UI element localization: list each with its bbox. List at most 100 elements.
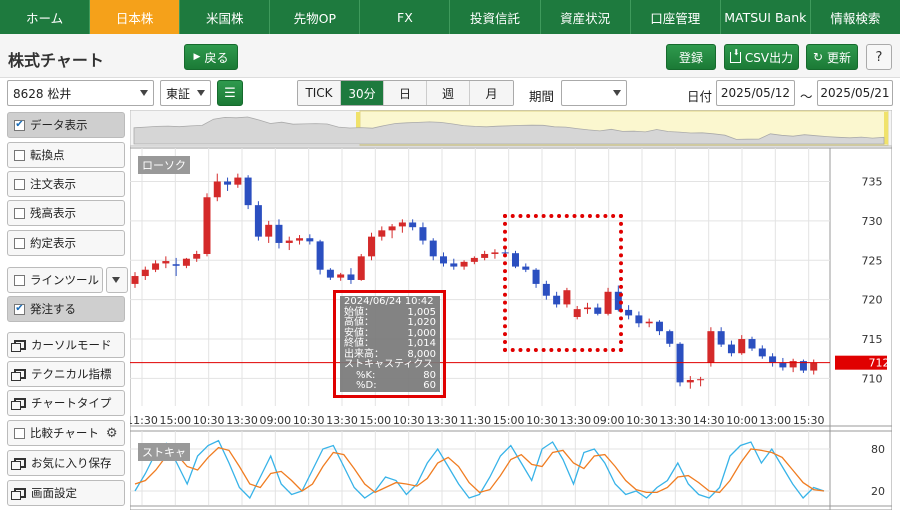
period-select[interactable]	[561, 80, 627, 106]
tooltip-row: 高値： 1,020	[344, 317, 436, 329]
tooltip-section: ストキャスティクス	[344, 359, 434, 370]
chevron-down-icon	[140, 90, 148, 96]
gear-icon[interactable]: ⚙	[106, 426, 118, 441]
nav-item[interactable]: ホーム	[0, 0, 91, 34]
nav-item[interactable]: MATSUI Bank	[721, 0, 811, 34]
candle-body	[635, 315, 643, 324]
sub-y-tick-label: 80	[871, 443, 885, 456]
download-icon: ⬇	[729, 48, 741, 63]
nav-item[interactable]: 投資信託	[450, 0, 541, 34]
highlight-frame	[503, 214, 623, 352]
candle-body	[666, 331, 674, 344]
csv-export-button[interactable]: ⬇ CSV出力	[724, 44, 799, 70]
nav-item[interactable]: 米国株	[180, 0, 271, 34]
x-tick-label: 13:30	[559, 414, 591, 427]
sub-panel-label: ストキャ	[138, 443, 190, 461]
interval-button[interactable]: 30分	[341, 81, 384, 105]
candle-body	[337, 274, 345, 278]
sidebar-button[interactable]: 画面設定	[7, 480, 125, 506]
x-tick-label: 15:00	[159, 414, 191, 427]
sidebar-button-label: テクニカル指標	[31, 367, 112, 381]
tooltip-row: 終値： 1,014	[344, 338, 436, 350]
x-tick-label: 10:30	[193, 414, 225, 427]
candle-body	[265, 224, 273, 237]
sidebar-button[interactable]: ラインツール	[7, 267, 128, 293]
sidebar-button[interactable]: 約定表示	[7, 230, 125, 256]
candle-body	[172, 264, 180, 266]
x-tick-label: 10:30	[626, 414, 658, 427]
sidebar-button-label: 比較チャート	[30, 426, 99, 440]
y-tick-label: 735	[862, 176, 883, 189]
sidebar-button-label: 画面設定	[31, 486, 77, 500]
tooltip-datetime: 2024/06/24 10:42	[344, 296, 434, 307]
window-icon	[11, 340, 26, 352]
date-to-input[interactable]: 2025/05/21	[817, 80, 893, 106]
interval-button[interactable]: 月	[470, 81, 513, 105]
candle-body	[470, 257, 478, 262]
x-tick-label: 10:30	[526, 414, 558, 427]
line-tool-dropdown-button[interactable]	[106, 267, 128, 293]
interval-button[interactable]: 日	[384, 81, 427, 105]
sidebar-button[interactable]: テクニカル指標	[7, 361, 125, 387]
interval-button[interactable]: 週	[427, 81, 470, 105]
market-select[interactable]: 東証	[160, 80, 211, 106]
sidebar-button[interactable]: お気に入り保存	[7, 450, 125, 476]
checkbox-icon[interactable]	[14, 178, 25, 190]
sidebar-button[interactable]: 注文表示	[7, 171, 125, 197]
x-tick-label: 13:00	[759, 414, 791, 427]
sidebar-button[interactable]: カーソルモード	[7, 332, 125, 358]
candle-body	[141, 269, 149, 277]
sidebar-button-label: 約定表示	[30, 236, 76, 250]
interval-button[interactable]: TICK	[298, 81, 341, 105]
date-separator: 〜	[800, 89, 813, 104]
tooltip-row-value: 1,014	[407, 338, 436, 349]
register-button[interactable]: 登録	[666, 44, 716, 70]
sidebar-button[interactable]: 転換点	[7, 142, 125, 168]
sidebar-button-label: チャートタイプ	[31, 396, 112, 410]
play-icon: ▶	[193, 52, 201, 62]
sidebar-button[interactable]: 残高表示	[7, 200, 125, 226]
checkbox-checked-icon[interactable]: ✔	[14, 119, 25, 131]
refresh-button[interactable]: ↻ 更新	[806, 44, 858, 70]
x-tick-label: 10:30	[293, 414, 325, 427]
navigator-handle-right	[884, 112, 888, 144]
list-view-button[interactable]: ☰	[217, 80, 243, 106]
x-tick-label: 13:30	[226, 414, 258, 427]
sidebar-button[interactable]: ✔ データ表示	[7, 112, 125, 138]
candle-body	[254, 205, 262, 237]
help-button[interactable]: ?	[866, 44, 892, 70]
candle-body	[758, 348, 766, 357]
nav-item[interactable]: 日本株	[90, 0, 181, 34]
nav-item[interactable]: 口座管理	[631, 0, 721, 34]
symbol-select[interactable]: 8628 松井	[7, 80, 154, 106]
checkbox-icon[interactable]	[14, 207, 25, 219]
nav-item[interactable]: 資産状況	[541, 0, 631, 34]
checkbox-checked-icon[interactable]: ✔	[14, 303, 25, 315]
candle-body	[748, 339, 756, 349]
nav-item[interactable]: FX	[360, 0, 451, 34]
help-label: ?	[875, 49, 883, 65]
candle-body	[697, 379, 705, 381]
sidebar-button[interactable]: ✔ 発注する	[7, 296, 125, 322]
back-button[interactable]: ▶ 戻る	[184, 44, 238, 70]
candle-body	[409, 222, 417, 228]
candle-body	[285, 240, 293, 243]
y-tick-label: 725	[862, 254, 883, 267]
checkbox-icon[interactable]	[14, 274, 25, 286]
y-tick-label: 710	[862, 372, 883, 385]
sidebar-button[interactable]: 比較チャート ⚙	[7, 420, 125, 446]
checkbox-icon[interactable]	[14, 237, 25, 249]
candle-body	[193, 253, 201, 259]
interval-selector: TICK 30分日週月	[297, 80, 514, 106]
candle-body	[419, 227, 427, 241]
sidebar-button[interactable]: チャートタイプ	[7, 390, 125, 416]
checkbox-icon[interactable]	[14, 427, 25, 439]
date-from-input[interactable]: 2025/05/12	[716, 80, 795, 106]
candle-body	[213, 181, 221, 198]
x-tick-label: 11:30	[459, 414, 491, 427]
checkbox-icon[interactable]	[14, 149, 25, 161]
nav-item[interactable]: 先物OP	[270, 0, 361, 34]
nav-item[interactable]: 情報検索	[811, 0, 900, 34]
candle-body	[789, 361, 797, 368]
tooltip-row-value: 1,020	[407, 317, 436, 328]
